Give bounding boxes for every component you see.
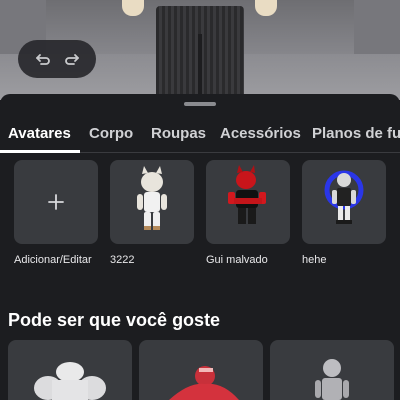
tile-label: Adicionar/Editar <box>14 254 92 266</box>
add-edit-avatar-tile[interactable]: Adicionar/Editar <box>14 160 98 266</box>
red-avatar-figure <box>228 165 266 224</box>
suggestion-card[interactable] <box>270 340 394 400</box>
bodybuilder-avatar <box>34 362 106 400</box>
avatar-editor-sheet: Avatares Corpo Roupas Acessórios Planos … <box>0 94 400 400</box>
gray-avatar <box>315 359 349 400</box>
suggestions-list <box>0 340 400 400</box>
tile-thumbnail <box>14 160 98 244</box>
suggestion-card[interactable] <box>8 340 132 400</box>
undo-redo-control <box>18 40 96 78</box>
tile-label: Gui malvado <box>206 254 268 266</box>
avatar-left-hand <box>122 0 144 16</box>
category-tabs: Avatares Corpo Roupas Acessórios Planos … <box>0 116 400 146</box>
avatar-tile[interactable]: 3222 <box>110 160 194 266</box>
tab-avatares[interactable]: Avatares <box>8 125 71 142</box>
redo-icon[interactable] <box>63 49 83 69</box>
sheet-drag-handle[interactable] <box>184 102 216 106</box>
cat-avatar-figure <box>137 166 167 230</box>
avatar-thumbnail <box>302 160 386 244</box>
avatar-right-hand <box>255 0 277 16</box>
blue-ring-avatar-figure <box>324 170 364 224</box>
avatar-tile[interactable]: Gui malvado <box>206 160 290 266</box>
avatar-jeans <box>156 6 244 100</box>
avatar-list: Adicionar/Editar 3222 Gui malvado hehe <box>0 160 400 270</box>
avatar-thumbnail <box>110 160 194 244</box>
suggestion-card[interactable] <box>139 340 263 400</box>
undo-icon[interactable] <box>32 49 52 69</box>
tile-label: 3222 <box>110 254 135 266</box>
avatar-thumbnail <box>206 160 290 244</box>
red-creature-avatar <box>169 366 239 400</box>
tile-label: hehe <box>302 254 327 266</box>
tab-acessorios[interactable]: Acessórios <box>220 125 301 142</box>
plus-icon <box>48 194 64 210</box>
tab-corpo[interactable]: Corpo <box>89 125 133 142</box>
tab-roupas[interactable]: Roupas <box>151 125 206 142</box>
avatar-tile[interactable]: hehe <box>302 160 386 266</box>
active-tab-indicator <box>0 150 80 153</box>
tab-planos-de-fundo[interactable]: Planos de fu <box>312 125 400 142</box>
suggestions-title: Pode ser que você goste <box>8 310 221 330</box>
